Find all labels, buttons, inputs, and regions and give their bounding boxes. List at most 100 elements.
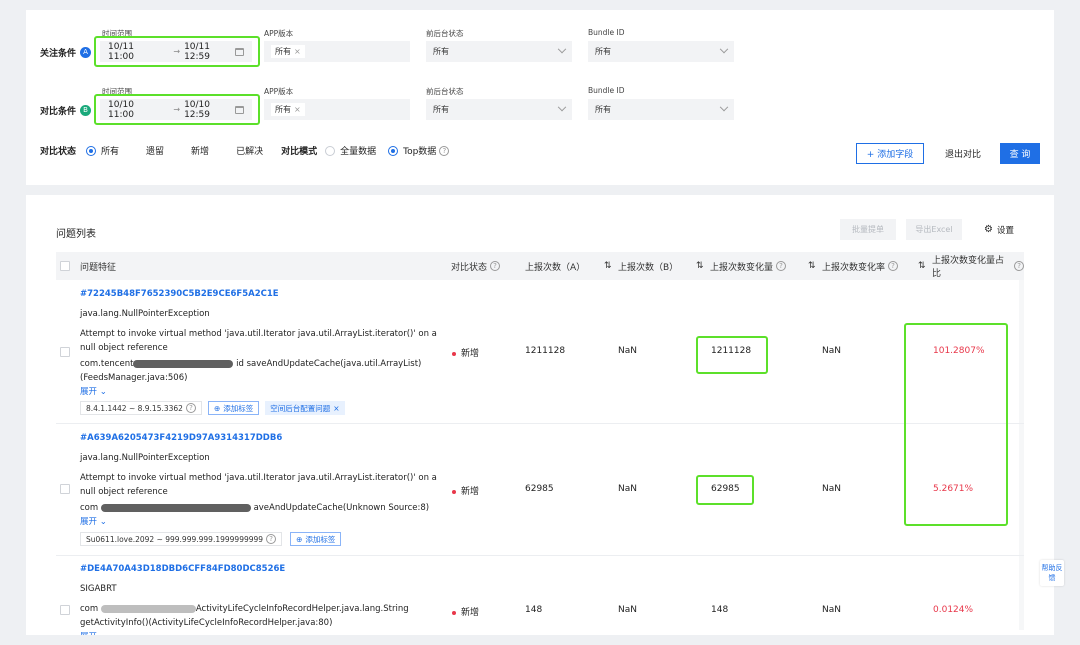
- vertical-scrollbar[interactable]: [1019, 280, 1024, 630]
- compare-fgbg-select[interactable]: 所有: [426, 99, 572, 120]
- count-a-cell: 148: [525, 605, 543, 615]
- col-share[interactable]: 上报次数变化量占比?: [932, 252, 1024, 280]
- export-excel-button[interactable]: 导出Excel: [906, 219, 962, 240]
- chip-label: 所有: [275, 105, 291, 114]
- col-delta[interactable]: 上报次数变化量?: [710, 252, 787, 280]
- select-value: 所有: [595, 47, 611, 56]
- checkbox-icon: [60, 605, 70, 615]
- app-version-chip[interactable]: 所有 ×: [271, 45, 305, 58]
- expand-link[interactable]: 展开 ⌄: [80, 385, 107, 397]
- focus-app-version-select[interactable]: 所有 ×: [264, 41, 410, 62]
- row-checkbox[interactable]: [60, 484, 70, 494]
- issue-stack-line: com ActivityLifeCycleInfoRecordHelper.ja…: [80, 602, 442, 616]
- settings-button[interactable]: ⚙ 设置: [976, 219, 1022, 240]
- chevron-down-icon: [557, 102, 567, 111]
- select-all-checkbox[interactable]: [60, 252, 70, 280]
- app-version-label: APP版本: [264, 29, 294, 38]
- issue-id-link[interactable]: #72245B48F7652390C5B2E9CE6F5A2C1E: [80, 289, 279, 299]
- version-text: Su0611.love.2092 ~ 999.999.999.199999999…: [86, 534, 264, 544]
- stack-prefix: com: [80, 604, 99, 614]
- col-rate[interactable]: 上报次数变化率?: [822, 252, 899, 280]
- col-label: 上报次数变化量: [710, 262, 774, 273]
- exit-compare-button[interactable]: 退出对比: [938, 143, 988, 164]
- app-version-chip[interactable]: 所有 ×: [271, 103, 305, 116]
- row-checkbox[interactable]: [60, 347, 70, 357]
- help-icon[interactable]: ?: [1014, 261, 1024, 271]
- checkbox-icon: [60, 484, 70, 494]
- issue-stack-line: com aveAndUpdateCache(Unknown Source:8): [80, 501, 442, 515]
- plus-circle-icon: ⊕: [296, 534, 303, 544]
- custom-tag[interactable]: 空间后台配置问题 ×: [265, 401, 345, 415]
- redacted-text: [133, 359, 234, 368]
- radio-selected-icon: [388, 145, 399, 156]
- col-count-a[interactable]: 上报次数（A）: [525, 252, 585, 280]
- help-icon[interactable]: ?: [185, 403, 196, 413]
- status-radio-new[interactable]: 新增: [176, 144, 209, 157]
- redacted-text: [100, 604, 196, 613]
- issue-id-link[interactable]: #DE4A70A43D18DBD6CFF84FD80DC8526E: [80, 564, 285, 574]
- expand-link[interactable]: 展开 ⌄: [80, 515, 107, 527]
- mode-radio-top[interactable]: Top数据?: [388, 144, 450, 157]
- tag-close-icon[interactable]: ×: [333, 404, 339, 413]
- help-icon[interactable]: ?: [490, 261, 501, 271]
- sort-icon[interactable]: ⇅: [604, 252, 612, 280]
- settings-label: 设置: [996, 225, 1014, 236]
- status-dot-icon: [452, 351, 456, 356]
- status-label: 新增: [461, 487, 480, 497]
- status-radio-all[interactable]: 所有: [86, 144, 119, 157]
- bundle-id-label: Bundle ID: [588, 86, 625, 95]
- select-value: 所有: [595, 105, 611, 114]
- compare-badge-icon: B: [80, 105, 92, 116]
- add-tag-button[interactable]: ⊕ 添加标签: [290, 532, 342, 546]
- mode-radio-full[interactable]: 全量数据: [325, 144, 376, 157]
- issue-stack-line: com.tencent id saveAndUpdateCache(java.u…: [80, 357, 442, 371]
- col-count-b[interactable]: 上报次数（B）: [618, 252, 678, 280]
- gear-icon: ⚙: [984, 224, 993, 235]
- status-label: 新增: [461, 608, 480, 618]
- compare-date-highlight: [94, 94, 260, 125]
- version-range-tag: 8.4.1.1442 ~ 8.9.15.3362?: [80, 401, 202, 415]
- delta-highlight: [696, 475, 754, 505]
- status-badge: 新增: [452, 346, 479, 359]
- col-label: 上报次数（A）: [525, 262, 586, 273]
- issue-id-link[interactable]: #A639A6205473F4219D97A9314317DDB6: [80, 433, 282, 443]
- status-radio-legacy[interactable]: 遗留: [131, 144, 164, 157]
- version-range-tag: Su0611.love.2092 ~ 999.999.999.199999999…: [80, 532, 283, 546]
- help-feedback-button[interactable]: 帮助反馈: [1040, 560, 1064, 586]
- chip-close-icon[interactable]: ×: [294, 47, 301, 56]
- add-field-button[interactable]: + 添加字段: [856, 143, 924, 164]
- help-icon[interactable]: ?: [439, 145, 450, 156]
- rate-cell: NaN: [822, 484, 841, 494]
- redacted-text: [100, 503, 251, 512]
- help-icon[interactable]: ?: [888, 261, 899, 271]
- row-checkbox[interactable]: [60, 605, 70, 615]
- stack-prefix: com: [80, 503, 99, 513]
- expand-link[interactable]: 展开: [80, 630, 97, 635]
- batch-submit-button[interactable]: 批量提单: [840, 219, 896, 240]
- col-label: 上报次数变化量占比: [932, 256, 1005, 279]
- sort-icon[interactable]: ⇅: [808, 252, 816, 280]
- chevron-down-icon: [719, 102, 729, 111]
- sort-icon[interactable]: ⇅: [696, 252, 704, 280]
- expand-label: 展开: [80, 387, 98, 397]
- sort-icon[interactable]: ⇅: [918, 252, 926, 280]
- status-dot-icon: [452, 610, 456, 615]
- focus-bundle-select[interactable]: 所有: [588, 41, 734, 62]
- help-icon[interactable]: ?: [266, 534, 277, 544]
- row-divider: [56, 555, 1024, 556]
- col-issue-feature: 问题特征: [80, 262, 117, 273]
- help-icon[interactable]: ?: [776, 261, 787, 271]
- compare-status-label: 对比状态: [40, 147, 77, 157]
- focus-fgbg-select[interactable]: 所有: [426, 41, 572, 62]
- query-button[interactable]: 查 询: [1000, 143, 1040, 164]
- chip-close-icon[interactable]: ×: [294, 105, 301, 114]
- status-radio-resolved[interactable]: 已解决: [221, 144, 263, 157]
- issue-stack-file: getActivityInfo()(ActivityLifeCycleInfoR…: [80, 618, 333, 628]
- col-label: 对比状态: [451, 262, 488, 273]
- count-b-cell: NaN: [618, 346, 637, 356]
- compare-bundle-select[interactable]: 所有: [588, 99, 734, 120]
- add-tag-button[interactable]: ⊕ 添加标签: [207, 401, 260, 415]
- radio-icon: [131, 145, 142, 156]
- issue-list-title: 问题列表: [56, 229, 96, 240]
- compare-app-version-select[interactable]: 所有 ×: [264, 99, 410, 120]
